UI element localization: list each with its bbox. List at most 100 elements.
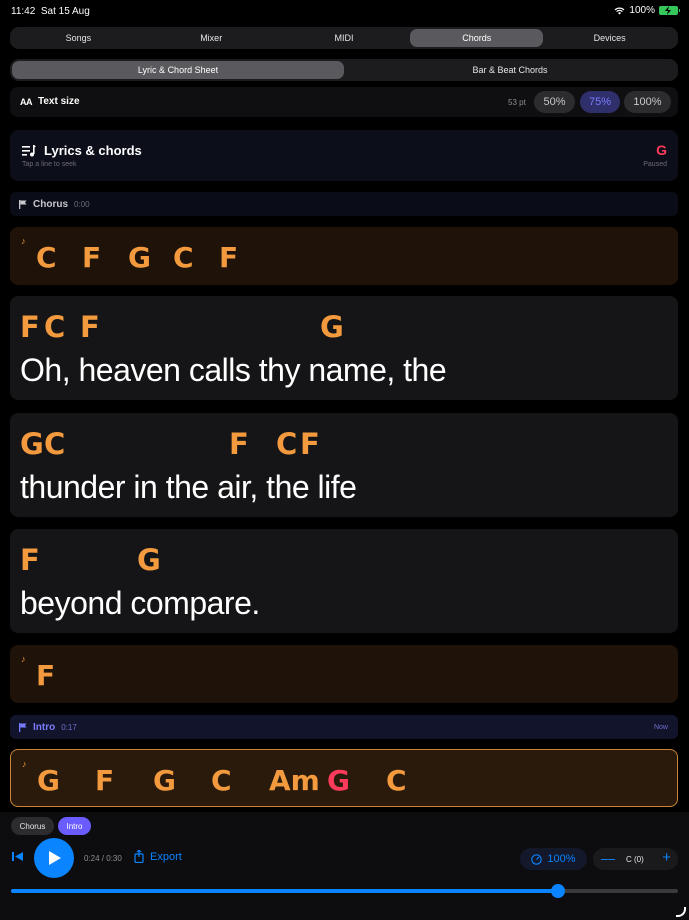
music-note-icon: ♪ <box>22 759 27 769</box>
chord: G <box>137 543 161 577</box>
lyric-line[interactable]: F C F G Oh, heaven calls thy name, the <box>10 296 678 400</box>
chord: C <box>44 310 66 344</box>
chord: F <box>20 543 40 577</box>
status-time: 11:42 Sat 15 Aug <box>11 6 90 17</box>
tab-bar-beat-chords[interactable]: Bar & Beat Chords <box>344 61 676 79</box>
resize-handle[interactable] <box>676 907 686 917</box>
progress-knob[interactable] <box>550 884 565 898</box>
chord-sequence: G F G C Am G C <box>37 764 426 797</box>
chord: F <box>300 427 320 461</box>
tab-devices[interactable]: Devices <box>543 29 676 47</box>
text-size-pt: 53 pt <box>508 98 526 107</box>
tempo-value: 100% <box>547 853 576 865</box>
chord: C <box>173 241 194 274</box>
battery-icon <box>659 6 680 15</box>
chord-row[interactable]: ♪ C F G C F <box>10 227 678 285</box>
main-tab-bar: Songs Mixer MIDI Chords Devices <box>10 27 678 49</box>
text-size-50-button[interactable]: 50% <box>534 91 575 113</box>
flag-icon <box>19 199 27 209</box>
section-chip-chorus[interactable]: Chorus <box>11 817 54 835</box>
export-button[interactable]: Export <box>134 850 182 863</box>
chord: F <box>36 659 56 692</box>
transpose-value: C (0) <box>626 855 644 864</box>
section-marker-intro[interactable]: Intro 0:17 Now <box>10 715 678 739</box>
chord: G <box>128 241 151 274</box>
transport-controls: 0:24 / 0:30 Export 100% — C (0) + <box>0 838 689 878</box>
chord-sequence: C F G C F <box>36 241 259 274</box>
section-time: 0:17 <box>61 722 77 732</box>
section-chip-intro[interactable]: Intro <box>58 817 91 835</box>
music-note-icon: ♪ <box>21 236 26 246</box>
chord: C <box>36 241 57 274</box>
tab-mixer[interactable]: Mixer <box>145 29 278 47</box>
section-marker-chorus[interactable]: Chorus 0:00 <box>10 192 678 216</box>
playback-progress-slider[interactable] <box>11 884 678 898</box>
lyric-line[interactable]: F G beyond compare. <box>10 529 678 633</box>
export-label: Export <box>150 850 182 863</box>
status-indicators: 100% <box>614 5 680 16</box>
lyric-text: thunder in the air, the life <box>20 469 357 505</box>
lyrics-list-icon <box>22 144 36 156</box>
chord-current: G <box>327 764 350 797</box>
lyric-line[interactable]: G C F C F thunder in the air, the life <box>10 413 678 517</box>
chord-row-current[interactable]: ♪ G F G C Am G C <box>10 749 678 807</box>
skip-back-icon[interactable] <box>12 852 23 861</box>
battery-percent: 100% <box>629 5 655 16</box>
chord: F <box>80 310 100 344</box>
lyrics-chords-title: Lyrics & chords <box>22 143 142 158</box>
chord-row: F C F G <box>20 310 660 344</box>
tab-lyric-chord-sheet[interactable]: Lyric & Chord Sheet <box>12 61 344 79</box>
chord: F <box>229 427 249 461</box>
progress-fill <box>11 889 558 893</box>
transpose-up-button[interactable]: + <box>662 849 671 866</box>
now-badge: Now <box>653 723 668 731</box>
chord: G <box>20 427 44 461</box>
tab-songs[interactable]: Songs <box>12 29 145 47</box>
chord: F <box>219 241 239 274</box>
export-icon <box>134 850 144 863</box>
chord: F <box>82 241 102 274</box>
chord: C <box>276 427 298 461</box>
tab-chords[interactable]: Chords <box>410 29 544 47</box>
transpose-down-button[interactable]: — <box>601 850 615 866</box>
section-name: Chorus <box>33 198 68 210</box>
lyrics-chords-header: Lyrics & chords Tap a line to seek G Pau… <box>10 130 678 181</box>
lyrics-seek-hint: Tap a line to seek <box>22 161 77 168</box>
chord-view-tab-bar: Lyric & Chord Sheet Bar & Beat Chords <box>10 59 678 81</box>
chord: F <box>95 764 115 797</box>
tempo-control[interactable]: 100% <box>520 848 587 870</box>
text-size-label: AA Text size <box>20 96 80 107</box>
chord: G <box>320 310 344 344</box>
text-size-100-button[interactable]: 100% <box>624 91 671 113</box>
chord-sequence: F <box>36 659 55 692</box>
lyric-text: beyond compare. <box>20 585 260 621</box>
wifi-icon <box>614 7 625 14</box>
chord: G <box>37 764 60 797</box>
chord-row: G C F C F <box>20 427 660 461</box>
chord: C <box>386 764 407 797</box>
status-bar: 11:42 Sat 15 Aug 100% <box>0 0 689 22</box>
chord: C <box>44 427 66 461</box>
text-size-title: Text size <box>38 96 80 107</box>
chord: G <box>153 764 176 797</box>
tab-midi[interactable]: MIDI <box>278 29 411 47</box>
text-size-bar: AA Text size 53 pt 50% 75% 100% <box>10 87 678 117</box>
chord: Am <box>269 764 320 797</box>
current-key-badge: G <box>656 142 667 158</box>
chord: F <box>20 310 40 344</box>
chord-row[interactable]: ♪ F <box>10 645 678 703</box>
play-icon <box>48 851 61 865</box>
text-size-75-button[interactable]: 75% <box>580 91 620 113</box>
chord-row: F G <box>20 543 660 577</box>
playback-position: 0:24 / 0:30 <box>84 854 122 863</box>
lyrics-chords-title-text: Lyrics & chords <box>44 143 142 158</box>
lyric-text: Oh, heaven calls thy name, the <box>20 352 447 388</box>
gauge-icon <box>531 853 543 865</box>
playback-state: Paused <box>643 161 667 168</box>
play-button[interactable] <box>34 838 74 878</box>
chord: C <box>211 764 232 797</box>
music-note-icon: ♪ <box>21 654 26 664</box>
section-time: 0:00 <box>74 199 90 209</box>
text-size-icon: AA <box>20 96 33 107</box>
transpose-control: — C (0) + <box>593 848 678 870</box>
